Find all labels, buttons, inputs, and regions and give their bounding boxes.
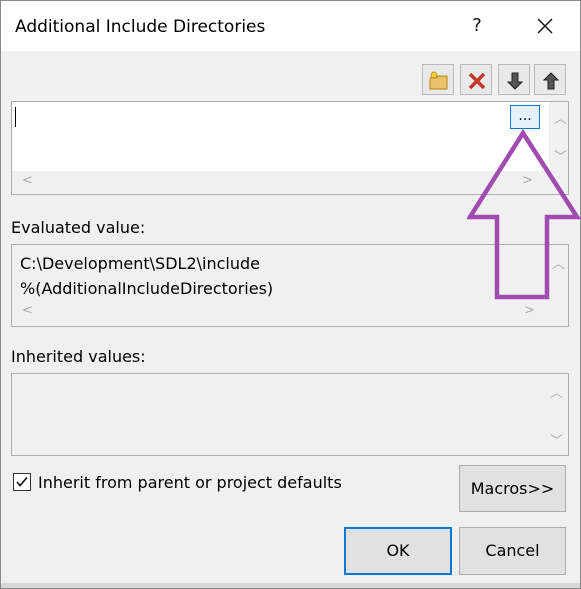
inherited-values-box: ︿ ﹀ <box>11 373 569 456</box>
arrow-down-icon <box>506 72 524 90</box>
scroll-up-icon[interactable]: ︿ <box>554 108 567 127</box>
move-up-button[interactable] <box>534 64 566 95</box>
scroll-down-icon[interactable]: ﹀ <box>550 430 563 449</box>
close-button[interactable] <box>529 11 561 41</box>
move-down-button[interactable] <box>498 64 530 95</box>
title-bar: Additional Include Directories ? <box>1 1 580 51</box>
scroll-up-icon[interactable]: ︿ <box>550 382 563 401</box>
evaluated-line: C:\Development\SDL2\include <box>20 254 260 273</box>
delete-button[interactable] <box>460 64 492 95</box>
macros-button[interactable]: Macros>> <box>459 465 566 512</box>
annotation-arrow <box>467 129 581 300</box>
scroll-left-icon[interactable]: < <box>22 303 33 318</box>
cancel-button[interactable]: Cancel <box>459 527 566 575</box>
ok-button[interactable]: OK <box>344 527 452 575</box>
evaluated-line: %(AdditionalIncludeDirectories) <box>20 279 274 298</box>
scroll-right-icon[interactable]: > <box>524 303 535 318</box>
browse-button[interactable]: ... <box>510 105 540 129</box>
text-caret <box>15 107 16 127</box>
additional-include-directories-dialog: Additional Include Directories ? ... ︿ ﹀… <box>0 0 581 589</box>
checkmark-icon <box>16 476 28 487</box>
scroll-left-icon[interactable]: < <box>22 173 33 188</box>
inherit-checkbox[interactable] <box>13 473 31 491</box>
dialog-title: Additional Include Directories <box>15 17 266 37</box>
evaluated-value-content: C:\Development\SDL2\include %(Additional… <box>20 251 273 301</box>
inherit-checkbox-label: Inherit from parent or project defaults <box>38 473 342 492</box>
evaluated-value-label: Evaluated value: <box>11 218 146 237</box>
close-icon <box>537 18 553 34</box>
new-line-button[interactable] <box>422 64 454 95</box>
delete-icon <box>468 72 486 90</box>
arrow-up-icon <box>542 72 560 90</box>
new-folder-icon <box>429 71 448 90</box>
inherited-values-label: Inherited values: <box>11 347 146 366</box>
partial-background-strip <box>1 583 580 588</box>
help-button[interactable]: ? <box>461 11 493 41</box>
